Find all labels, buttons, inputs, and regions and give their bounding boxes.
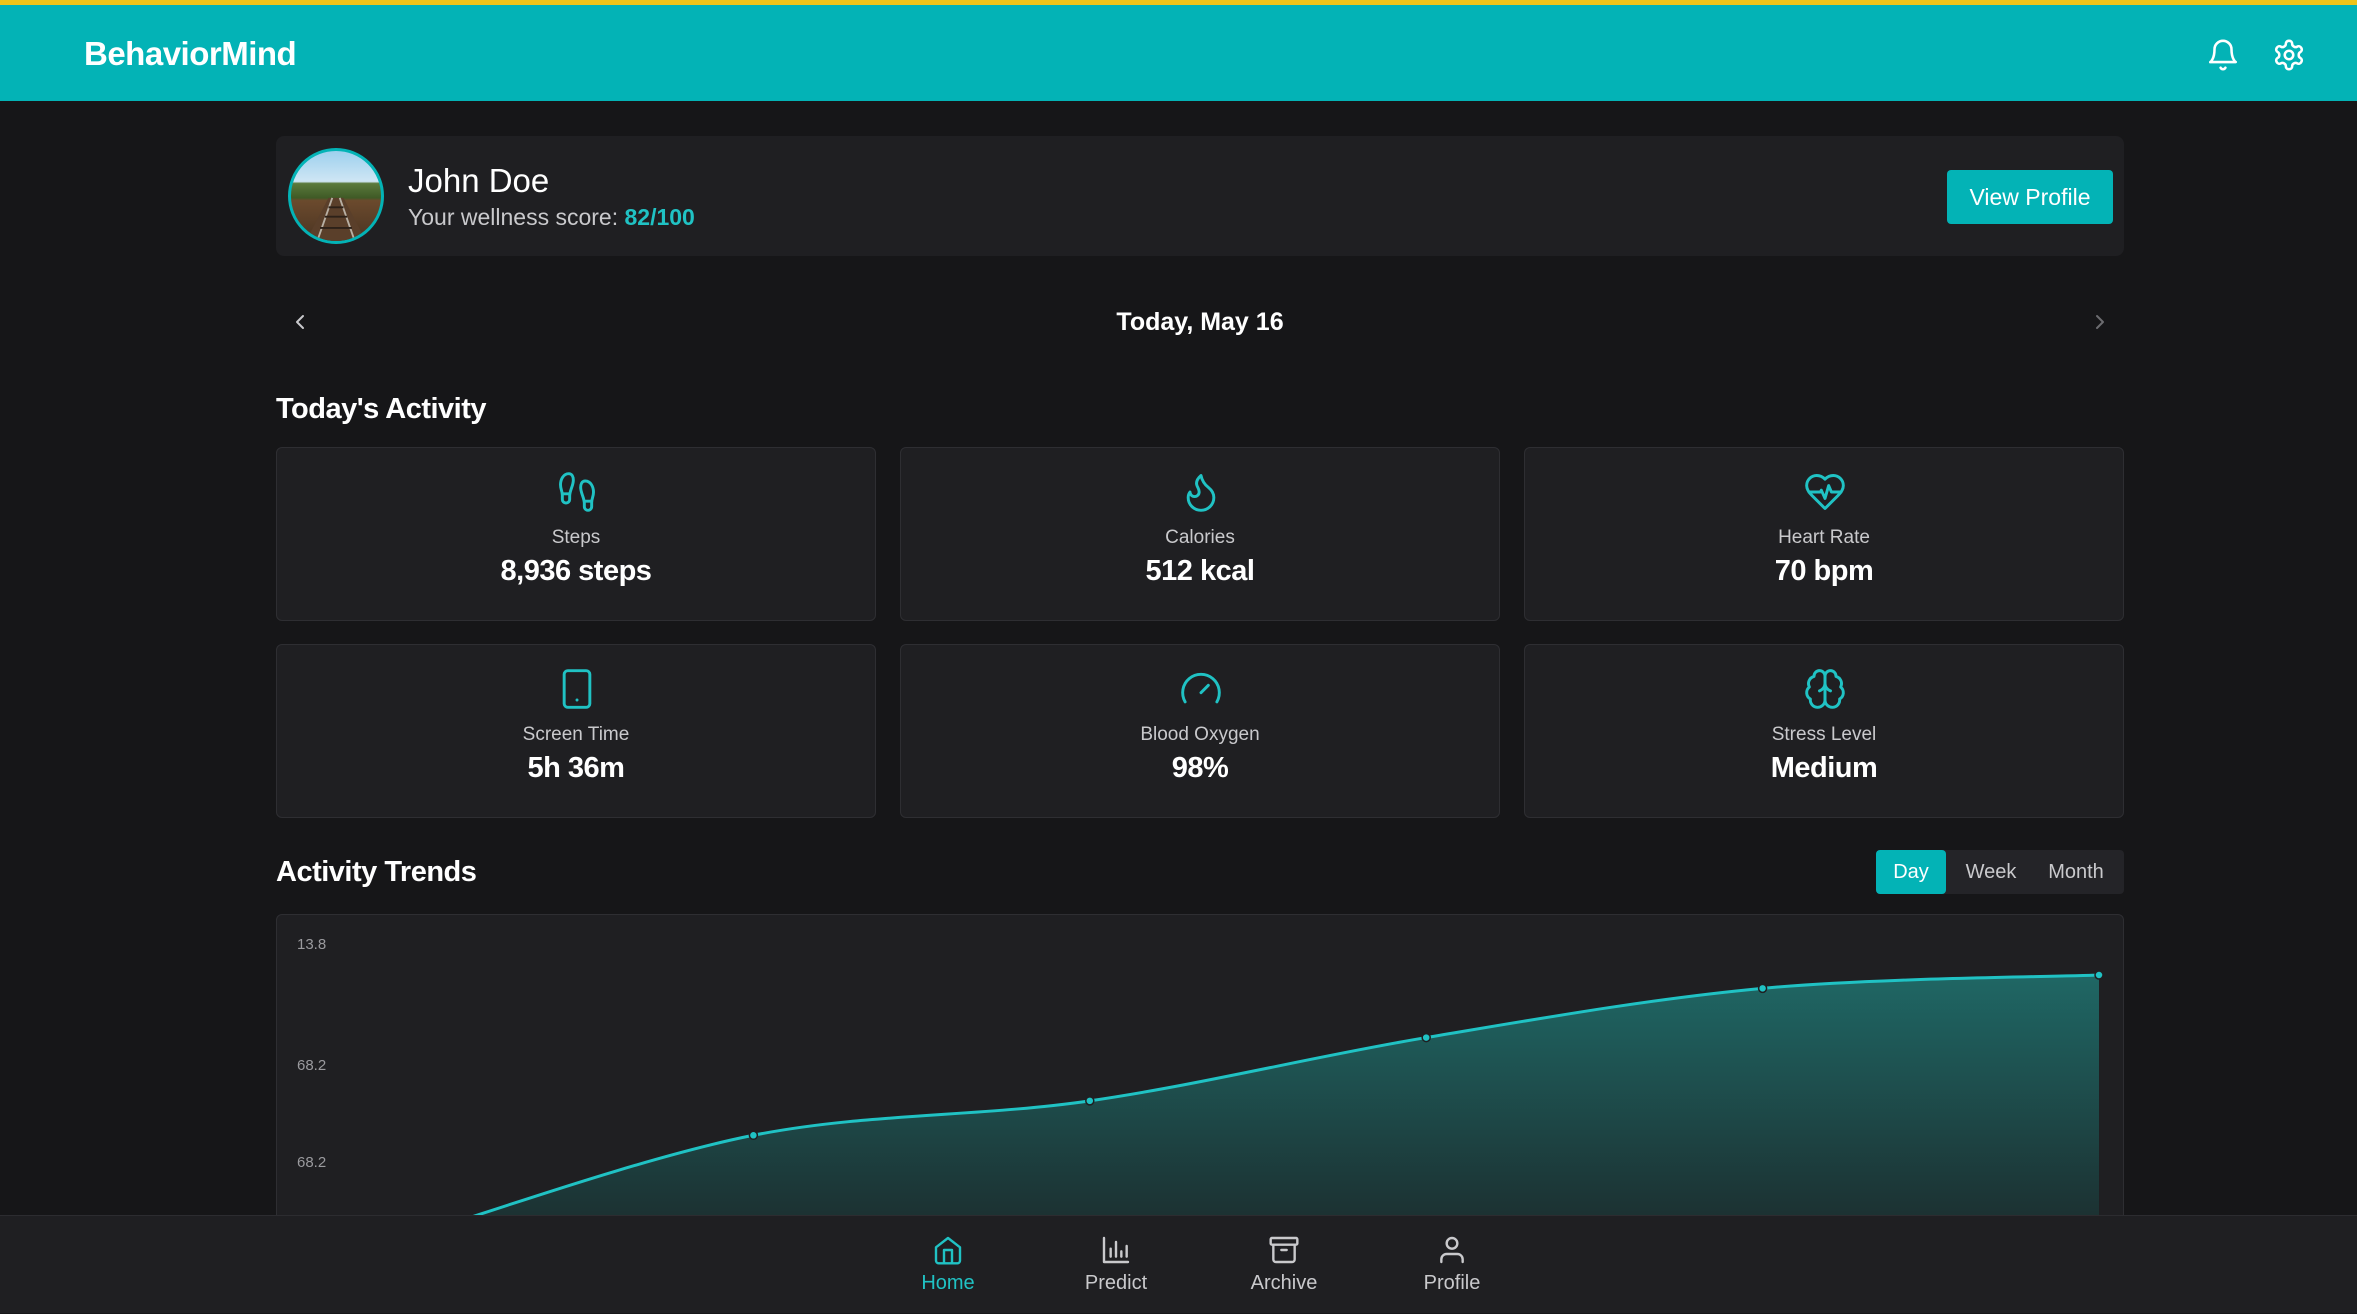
- view-profile-button[interactable]: View Profile: [1947, 170, 2113, 224]
- data-point[interactable]: [2094, 970, 2104, 980]
- archive-icon: [1268, 1234, 1300, 1266]
- stat-label: Heart Rate: [1778, 527, 1870, 548]
- app-brand[interactable]: BehaviorMind: [84, 35, 297, 73]
- tab-week[interactable]: Week: [1956, 850, 2026, 894]
- wellness-score-value: 82/100: [624, 204, 695, 230]
- data-point[interactable]: [1085, 1096, 1095, 1106]
- gauge-icon: [1179, 667, 1223, 711]
- nav-item-profile[interactable]: Profile: [1392, 1216, 1512, 1314]
- todays-activity-heading: Today's Activity: [276, 393, 487, 425]
- wellness-score-text: Your wellness score: 82/100: [408, 204, 695, 231]
- stat-card-stress-level[interactable]: Stress Level Medium: [1524, 644, 2124, 818]
- bar-chart-icon: [1100, 1234, 1132, 1266]
- stat-value: Medium: [1770, 752, 1878, 784]
- nav-item-predict[interactable]: Predict: [1056, 1216, 1176, 1314]
- nav-label: Predict: [1084, 1272, 1148, 1294]
- stat-card-blood-oxygen[interactable]: Blood Oxygen 98%: [900, 644, 1500, 818]
- stat-value: 98%: [1171, 752, 1229, 784]
- stat-value: 5h 36m: [527, 752, 625, 784]
- tab-month[interactable]: Month: [2034, 850, 2118, 894]
- home-icon: [932, 1234, 964, 1266]
- chevron-right-icon[interactable]: [2088, 310, 2112, 334]
- y-tick-label: 13.8: [297, 936, 326, 953]
- nav-item-home[interactable]: Home: [888, 1216, 1008, 1314]
- user-icon: [1436, 1234, 1468, 1266]
- stat-card-steps[interactable]: Steps 8,936 steps: [276, 447, 876, 621]
- stat-label: Blood Oxygen: [1140, 724, 1260, 745]
- stat-label: Steps: [551, 527, 601, 548]
- stat-label: Stress Level: [1771, 724, 1877, 745]
- trend-chart-svg: 13.8 68.2 68.2: [297, 936, 2104, 1243]
- bell-icon[interactable]: [2206, 38, 2240, 72]
- tablet-icon: [555, 667, 599, 711]
- stat-card-screen-time[interactable]: Screen Time 5h 36m: [276, 644, 876, 818]
- stat-label: Calories: [1165, 527, 1235, 548]
- stat-value: 70 bpm: [1774, 555, 1874, 587]
- stat-card-calories[interactable]: Calories 512 kcal: [900, 447, 1500, 621]
- gear-icon[interactable]: [2272, 38, 2306, 72]
- y-tick-label: 68.2: [297, 1154, 326, 1171]
- data-point[interactable]: [1421, 1032, 1431, 1043]
- bottom-navigation: Home Predict Archive Profile: [0, 1215, 2357, 1313]
- user-name: John Doe: [408, 162, 550, 199]
- stat-value: 8,936 steps: [500, 555, 652, 587]
- stat-label: Screen Time: [522, 724, 630, 745]
- heart-pulse-icon: [1803, 470, 1847, 514]
- wellness-label: Your wellness score:: [408, 204, 625, 230]
- avatar[interactable]: [288, 148, 384, 244]
- footprints-icon: [555, 470, 599, 514]
- data-point[interactable]: [1757, 983, 1768, 994]
- y-tick-label: 68.2: [297, 1057, 326, 1074]
- stat-card-heart-rate[interactable]: Heart Rate 70 bpm: [1524, 447, 2124, 621]
- activity-trends-heading: Activity Trends: [276, 856, 477, 888]
- date-navigator: Today, May 16: [276, 300, 2124, 344]
- top-app-bar: BehaviorMind: [0, 0, 2357, 101]
- activity-trends-chart: 13.8 68.2 68.2: [276, 914, 2124, 1244]
- nav-label: Archive: [1250, 1272, 1318, 1294]
- stat-value: 512 kcal: [1145, 555, 1255, 587]
- nav-label: Profile: [1423, 1272, 1481, 1294]
- series-area: [417, 975, 2099, 1243]
- range-toggle: Day Week Month: [1876, 850, 2124, 894]
- data-point[interactable]: [748, 1130, 759, 1141]
- current-date-label: Today, May 16: [1116, 308, 1284, 336]
- profile-card: John Doe Your wellness score: 82/100 Vie…: [276, 136, 2124, 256]
- nav-item-archive[interactable]: Archive: [1224, 1216, 1344, 1314]
- nav-label: Home: [921, 1272, 975, 1294]
- flame-icon: [1179, 470, 1223, 514]
- tab-day[interactable]: Day: [1876, 850, 1946, 894]
- brain-icon: [1803, 667, 1847, 711]
